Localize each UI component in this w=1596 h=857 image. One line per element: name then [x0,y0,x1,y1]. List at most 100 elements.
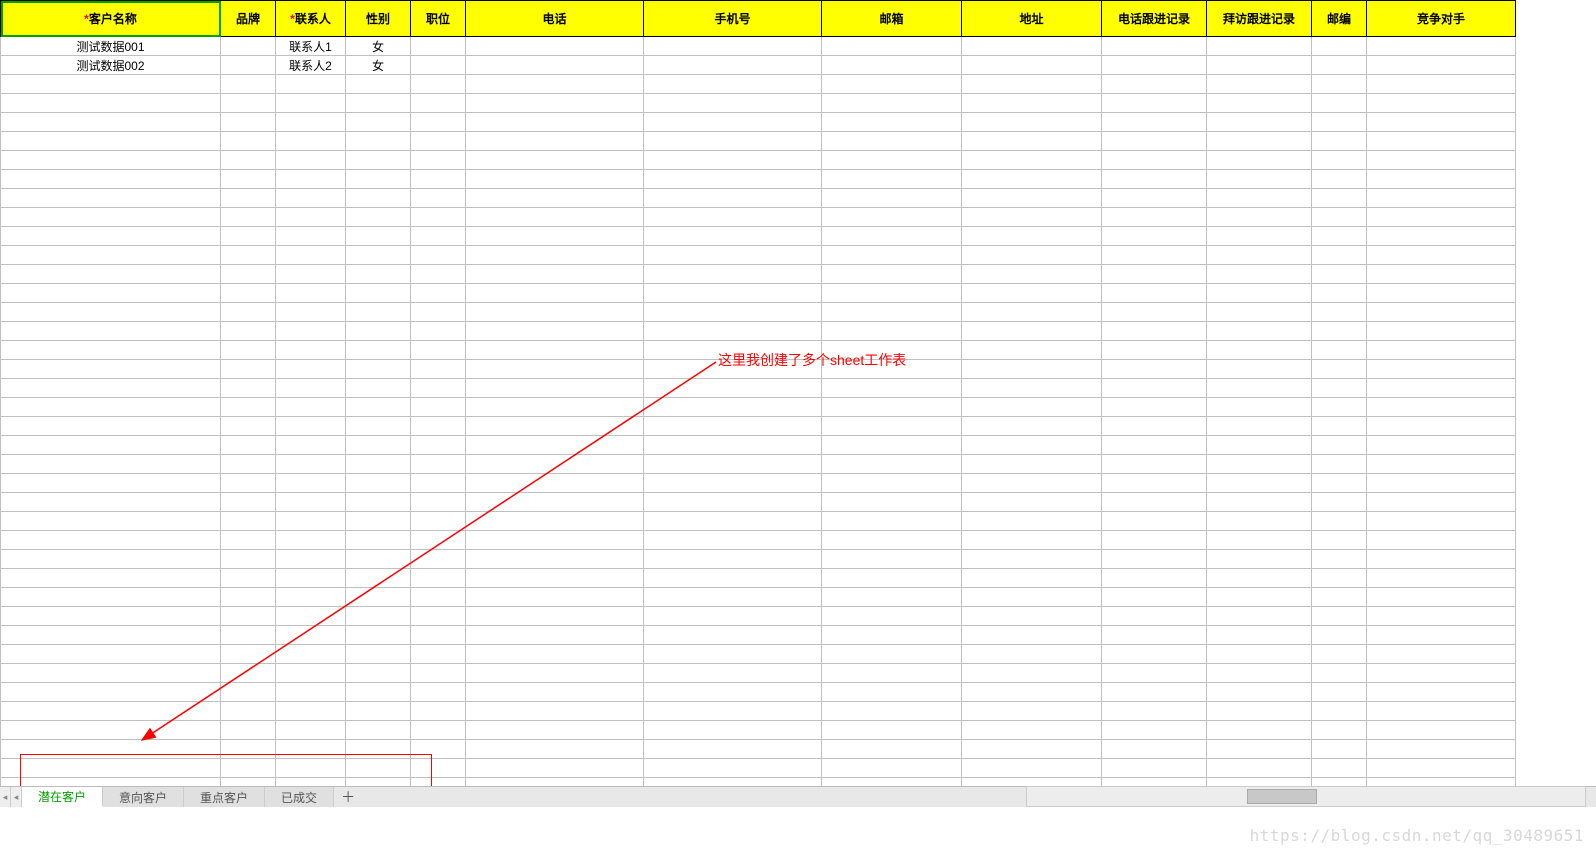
column-header[interactable]: 手机号 [644,1,822,37]
column-header[interactable]: 竞争对手 [1367,1,1516,37]
table-cell[interactable] [1367,588,1516,607]
table-cell[interactable] [346,360,411,379]
table-cell[interactable] [276,721,346,740]
table-cell[interactable] [466,569,644,588]
table-cell[interactable] [1367,702,1516,721]
table-cell[interactable] [276,683,346,702]
table-row[interactable] [1,208,1516,227]
table-cell[interactable] [1207,759,1312,778]
table-cell[interactable] [644,740,822,759]
table-cell[interactable] [644,759,822,778]
table-cell[interactable] [962,569,1102,588]
table-cell[interactable] [466,474,644,493]
table-row[interactable] [1,455,1516,474]
table-cell[interactable] [1102,436,1207,455]
horizontal-scroll-thumb[interactable] [1247,789,1317,804]
table-cell[interactable] [411,474,466,493]
table-row[interactable] [1,94,1516,113]
table-row[interactable] [1,683,1516,702]
table-cell[interactable] [411,284,466,303]
table-cell[interactable] [1207,417,1312,436]
table-cell[interactable] [221,132,276,151]
table-cell[interactable] [962,626,1102,645]
table-cell[interactable] [221,322,276,341]
table-row[interactable] [1,474,1516,493]
table-cell[interactable] [346,550,411,569]
table-cell[interactable] [1312,227,1367,246]
table-cell[interactable] [1367,664,1516,683]
table-cell[interactable] [1312,702,1367,721]
table-cell[interactable] [276,284,346,303]
table-row[interactable] [1,740,1516,759]
table-cell[interactable] [962,246,1102,265]
table-cell[interactable] [1312,683,1367,702]
table-row[interactable] [1,607,1516,626]
table-cell[interactable] [1207,550,1312,569]
table-cell[interactable] [276,531,346,550]
table-cell[interactable] [1367,113,1516,132]
table-cell[interactable] [221,702,276,721]
table-cell[interactable] [1367,94,1516,113]
table-cell[interactable] [644,531,822,550]
sheet-tab[interactable]: 已成交 [265,787,334,807]
table-cell[interactable] [466,417,644,436]
table-cell[interactable] [1367,227,1516,246]
table-cell[interactable] [822,303,962,322]
table-cell[interactable] [1,626,221,645]
table-cell[interactable] [466,493,644,512]
tab-nav-first[interactable]: ◂ [0,787,11,807]
table-cell[interactable] [1,778,221,787]
table-cell[interactable] [1102,550,1207,569]
table-row[interactable] [1,493,1516,512]
table-cell[interactable] [1207,132,1312,151]
table-cell[interactable] [644,455,822,474]
table-cell[interactable] [411,645,466,664]
table-cell[interactable] [822,417,962,436]
table-cell[interactable] [346,189,411,208]
table-cell[interactable] [962,170,1102,189]
table-cell[interactable] [346,303,411,322]
horizontal-scrollbar[interactable] [1026,786,1586,807]
table-cell[interactable] [1102,702,1207,721]
table-cell[interactable] [962,531,1102,550]
table-cell[interactable] [1312,284,1367,303]
table-cell[interactable] [276,759,346,778]
table-cell[interactable] [962,607,1102,626]
table-cell[interactable] [1,664,221,683]
table-cell[interactable] [411,151,466,170]
table-cell[interactable] [822,645,962,664]
column-header[interactable]: 职位 [411,1,466,37]
table-cell[interactable] [962,265,1102,284]
table-cell[interactable] [411,208,466,227]
table-cell[interactable] [1102,778,1207,787]
table-cell[interactable] [221,417,276,436]
table-cell[interactable] [221,37,276,56]
table-cell[interactable] [644,113,822,132]
table-cell[interactable] [346,436,411,455]
table-cell[interactable] [1207,341,1312,360]
table-cell[interactable] [276,341,346,360]
table-cell[interactable] [644,550,822,569]
table-cell[interactable] [1102,284,1207,303]
table-cell[interactable] [221,607,276,626]
table-cell[interactable] [644,227,822,246]
table-cell[interactable] [644,474,822,493]
table-cell[interactable] [1312,607,1367,626]
table-cell[interactable] [221,474,276,493]
table-cell[interactable] [1367,37,1516,56]
table-cell[interactable] [411,379,466,398]
table-cell[interactable]: 测试数据001 [1,37,221,56]
table-cell[interactable] [276,303,346,322]
table-cell[interactable] [346,531,411,550]
table-cell[interactable] [822,664,962,683]
table-cell[interactable] [1207,379,1312,398]
table-cell[interactable] [644,778,822,787]
table-cell[interactable] [411,664,466,683]
table-cell[interactable] [1,493,221,512]
table-cell[interactable] [466,208,644,227]
table-cell[interactable] [1312,721,1367,740]
table-cell[interactable] [1,227,221,246]
table-cell[interactable] [221,284,276,303]
table-row[interactable] [1,645,1516,664]
table-cell[interactable] [1,151,221,170]
